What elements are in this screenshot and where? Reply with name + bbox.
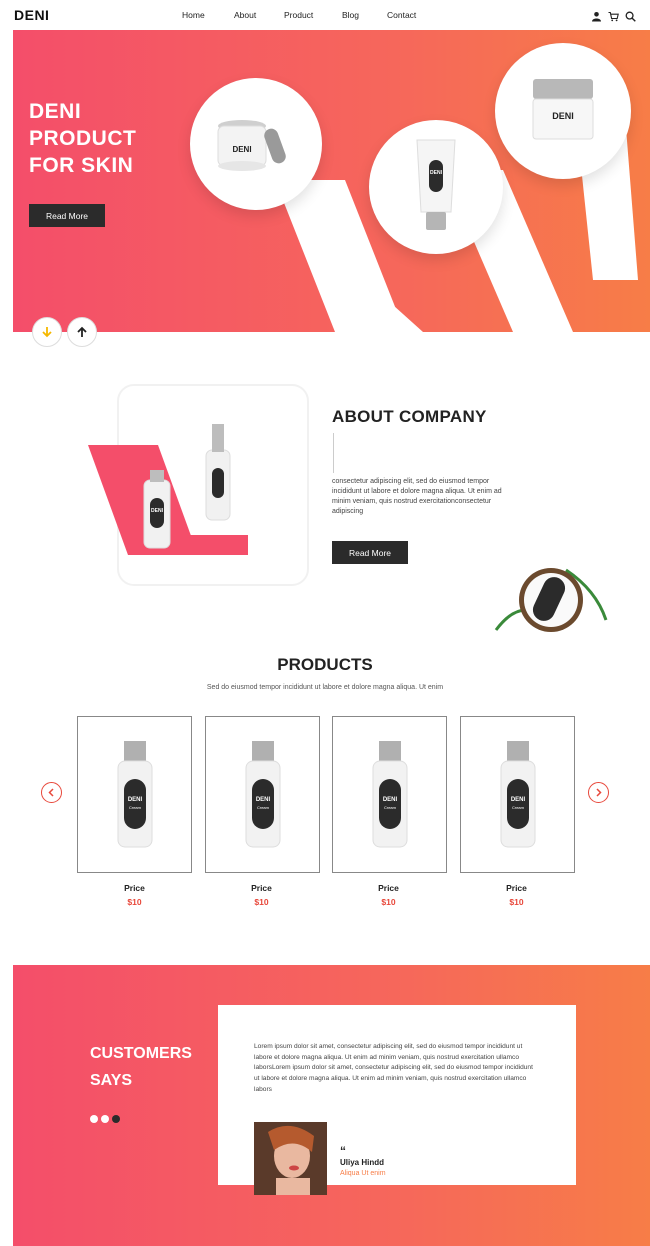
product-bottle-label: DENI — [256, 797, 271, 803]
large-jar-label: DENI — [552, 111, 574, 121]
chevron-left-icon — [48, 788, 54, 797]
product-bottle-image: DENI Cream — [245, 741, 281, 848]
scroll-up-button[interactable] — [67, 317, 97, 347]
tube-image: DENI — [416, 139, 456, 230]
about-illustration: DENI — [88, 384, 309, 586]
product-bottle-label: DENI — [383, 797, 398, 803]
hero-read-more-button[interactable]: Read More — [29, 204, 105, 227]
about-text: consectetur adipiscing elit, sed do eius… — [332, 478, 502, 515]
product-card[interactable]: DENI Cream — [205, 716, 320, 873]
product-circle-tube: DENI — [369, 120, 503, 254]
jar-image: DENI — [217, 120, 286, 171]
about-bottle-label: DENI — [151, 508, 164, 514]
products-next-button[interactable] — [588, 782, 609, 803]
product-bottle-sub: Cream — [129, 805, 142, 810]
product-bottle-label: DENI — [128, 797, 143, 803]
product-bottle-image: DENI Cream — [372, 741, 408, 848]
arrow-down-icon — [42, 327, 52, 338]
coconut-image — [494, 568, 608, 632]
search-icon[interactable] — [625, 9, 636, 22]
pagination-dot-active[interactable] — [112, 1115, 120, 1123]
nav-about[interactable]: About — [234, 10, 256, 20]
product-bottle-image: DENI Cream — [117, 741, 153, 848]
products-title: PRODUCTS — [277, 655, 373, 674]
nav-product[interactable]: Product — [284, 10, 313, 20]
product-card[interactable]: DENI Cream — [332, 716, 447, 873]
product-price-label: Price — [251, 883, 272, 893]
tube-label: DENI — [430, 170, 443, 176]
about-title: ABOUT COMPANY — [332, 407, 487, 426]
customer-photo — [254, 1122, 327, 1195]
arrow-up-icon — [77, 326, 87, 337]
product-price: $10 — [381, 897, 396, 907]
header-icons — [591, 9, 636, 22]
testimonials-title: CUSTOMERS SAYS — [90, 1045, 192, 1089]
customer-role: Aliqua Ut enim — [340, 1170, 386, 1177]
product-price: $10 — [254, 897, 269, 907]
large-jar-image: DENI — [532, 79, 594, 140]
product-price: $10 — [127, 897, 142, 907]
product-card[interactable]: DENI Cream — [460, 716, 575, 873]
product-price-label: Price — [378, 883, 399, 893]
testimonial-text: Lorem ipsum dolor sit amet, consectetur … — [254, 1043, 533, 1093]
products-prev-button[interactable] — [41, 782, 62, 803]
product-circle-jar-large: DENI — [495, 43, 631, 179]
product-bottle-sub: Cream — [257, 805, 270, 810]
testimonial-pagination — [90, 1115, 120, 1123]
product-bottle-image: DENI Cream — [500, 741, 536, 848]
product-bottle-sub: Cream — [512, 805, 525, 810]
product-bottle-sub: Cream — [384, 805, 397, 810]
product-circle-jar: DENI — [190, 78, 322, 210]
pagination-dot[interactable] — [90, 1115, 98, 1123]
customer-name: Uliya Hindd — [340, 1158, 385, 1167]
site-header: DENI Home About Product Blog Contact — [0, 0, 650, 30]
product-price-label: Price — [506, 883, 527, 893]
product-price: $10 — [509, 897, 524, 907]
hero-title: DENI PRODUCT FOR SKIN — [29, 100, 137, 177]
about-read-more-button[interactable]: Read More — [332, 541, 408, 564]
jar-label: DENI — [232, 145, 251, 154]
scroll-down-button[interactable] — [32, 317, 62, 347]
nav-contact[interactable]: Contact — [387, 10, 416, 20]
avatar — [254, 1122, 327, 1195]
site-logo[interactable]: DENI — [14, 7, 49, 23]
product-card[interactable]: DENI Cream — [77, 716, 192, 873]
chevron-right-icon — [596, 788, 602, 797]
hero-banner: DENI PRODUCT FOR SKIN Read More DENI DEN… — [13, 30, 650, 332]
product-bottle-label: DENI — [511, 797, 526, 803]
cart-icon[interactable] — [608, 9, 619, 22]
product-price-label: Price — [124, 883, 145, 893]
about-divider — [333, 433, 334, 473]
products-subtitle: Sed do eiusmod tempor incididunt ut labo… — [206, 684, 444, 691]
pagination-dot[interactable] — [101, 1115, 109, 1123]
user-icon[interactable] — [591, 9, 602, 22]
nav-blog[interactable]: Blog — [342, 10, 359, 20]
quote-icon: “ — [340, 1144, 346, 1158]
nav-home[interactable]: Home — [182, 10, 205, 20]
